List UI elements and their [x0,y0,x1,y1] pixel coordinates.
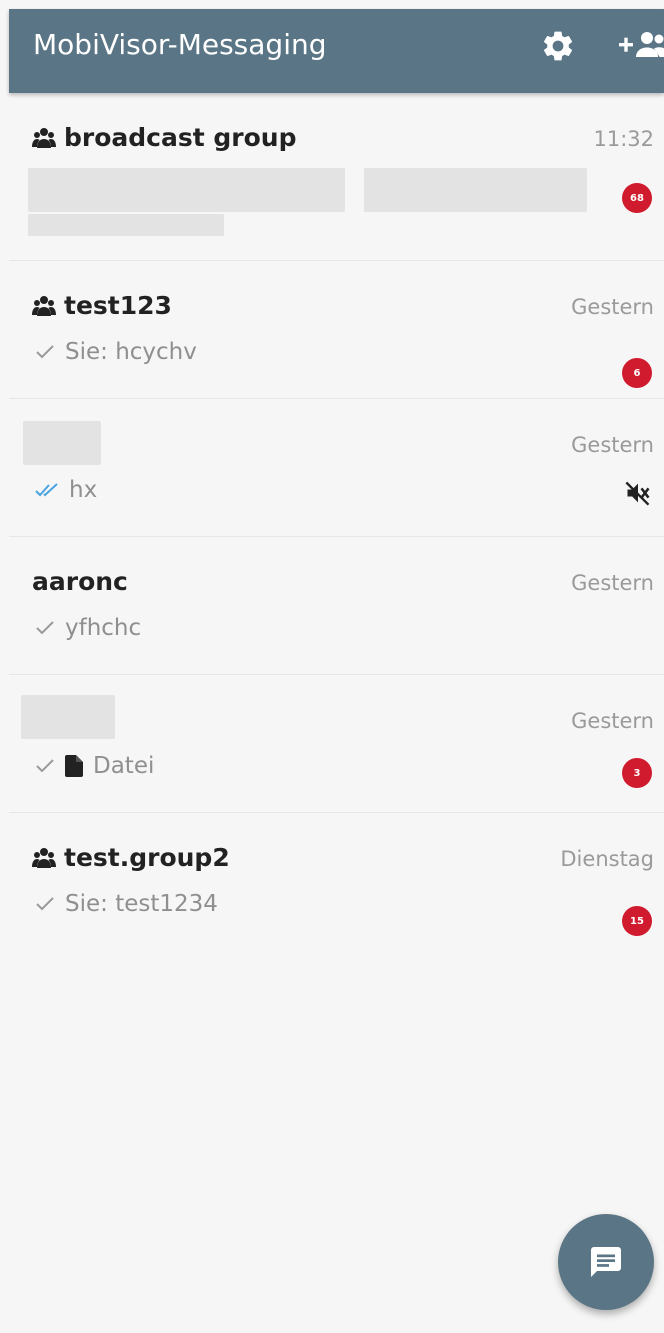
blurred-preview [364,168,587,212]
conversation-time: Gestern [571,295,654,319]
conversation-row[interactable]: Gestern Datei 3 [9,675,664,813]
conversation-row[interactable]: broadcast group 11:32 68 [9,93,664,261]
conversation-row[interactable]: test123 Gestern Sie: hcychv 6 [9,261,664,399]
check-icon [35,344,55,360]
conversation-row[interactable]: Gestern hx [9,399,664,537]
group-icon [32,847,56,869]
file-icon [65,755,83,777]
check-icon [35,620,55,636]
app-bar: MobiVisor-Messaging [9,9,664,93]
blurred-preview [28,214,224,236]
blurred-preview [28,168,345,212]
unread-badge: 15 [622,906,652,936]
app-title: MobiVisor-Messaging [33,28,327,61]
conversation-preview: hx [35,477,97,503]
conversation-time: Dienstag [560,847,654,871]
gear-icon[interactable] [540,28,576,64]
check-icon [35,758,55,774]
group-icon [32,295,56,317]
conversation-row[interactable]: test.group2 Dienstag Sie: test1234 15 [9,813,664,950]
conversation-row[interactable]: aaronc Gestern yfhchc [9,537,664,675]
blurred-name [23,421,101,465]
add-user-icon[interactable] [617,26,664,66]
conversation-name: test.group2 [32,843,230,872]
conversation-name: test123 [32,291,172,320]
blurred-name [21,695,115,739]
new-message-button[interactable] [558,1214,654,1310]
message-icon [588,1244,624,1280]
conversation-preview: yfhchc [35,615,141,641]
conversation-preview: Sie: hcychv [35,339,197,365]
conversation-preview: Datei [35,753,154,779]
double-check-icon [35,482,59,498]
conversation-time: 11:32 [593,127,654,151]
conversation-preview: Sie: test1234 [35,891,218,917]
conversation-name: aaronc [32,567,128,596]
conversation-list: broadcast group 11:32 68 test123 Gestern [9,93,664,950]
group-icon [32,127,56,149]
unread-badge: 68 [622,183,652,213]
conversation-time: Gestern [571,709,654,733]
muted-icon [624,479,652,507]
check-icon [35,896,55,912]
conversation-time: Gestern [571,571,654,595]
conversation-time: Gestern [571,433,654,457]
unread-badge: 6 [622,358,652,388]
conversation-name: broadcast group [32,123,296,152]
unread-badge: 3 [622,758,652,788]
